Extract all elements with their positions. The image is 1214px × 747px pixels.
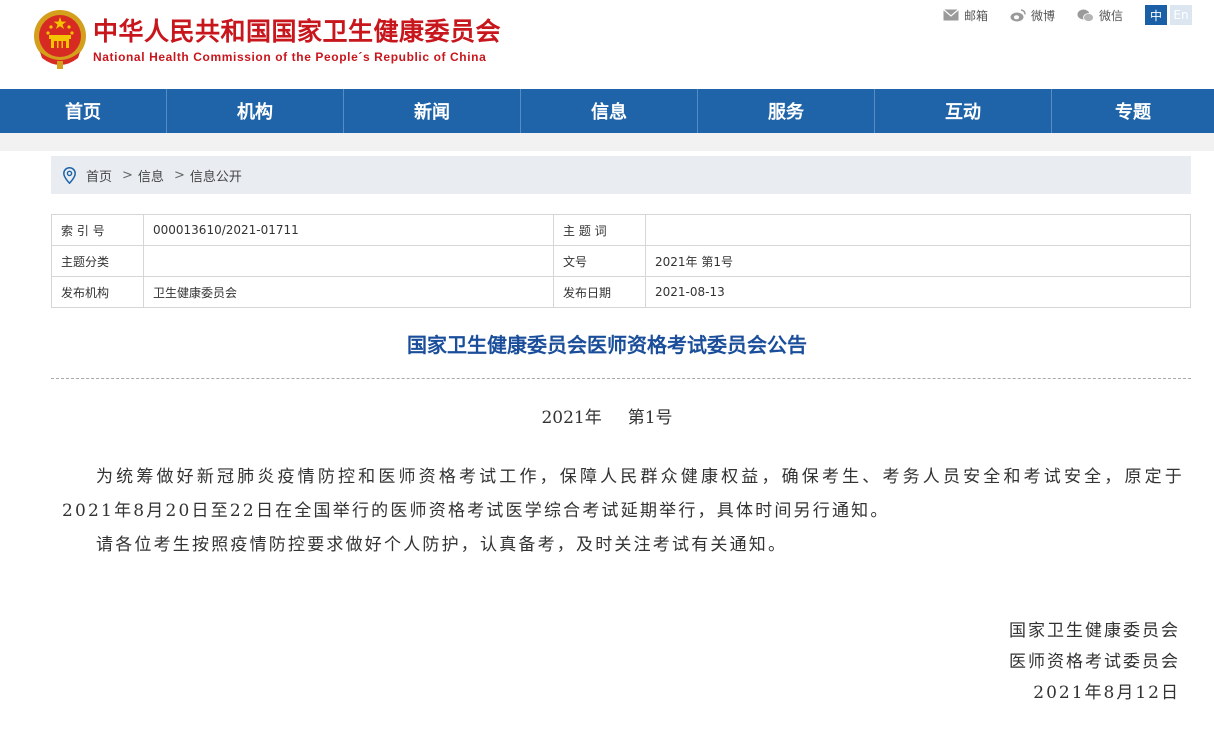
site-title-en[interactable]: National Health Commission of the People… [93, 50, 486, 64]
article-title: 国家卫生健康委员会医师资格考试委员会公告 [407, 333, 807, 357]
document-year: 2021年 [541, 408, 602, 428]
nav-item-home[interactable]: 首页 [0, 89, 167, 133]
breadcrumb-home[interactable]: 首页 [86, 166, 112, 185]
national-emblem-icon[interactable] [32, 8, 88, 70]
signature-date: 2021年8月12日 [1033, 683, 1180, 703]
nav-item-interact[interactable]: 互动 [875, 89, 1052, 133]
article-paragraph: 请各位考生按照疫情防控要求做好个人防护，认真备考，及时关注考试有关通知。 [96, 535, 788, 555]
wechat-link-label: 微信 [1098, 8, 1123, 23]
table-row: 主题分类 文号 2021年 第1号 [51, 245, 1191, 277]
main-nav: 首页 机构 新闻 信息 服务 互动 专题 [0, 89, 1214, 133]
title-divider [51, 378, 1191, 379]
location-pin-icon [63, 166, 76, 184]
meta-value: 2021年 第1号 [645, 245, 1191, 277]
lang-zh-button[interactable]: 中 [1145, 5, 1167, 25]
breadcrumb-info-public[interactable]: 信息公开 [190, 166, 242, 185]
article-signature: 国家卫生健康委员会 医师资格考试委员会 2021年8月12日 [1009, 616, 1180, 709]
document-serial: 第1号 [627, 408, 673, 428]
site-title-cn[interactable]: 中华人民共和国国家卫生健康委员会 [93, 12, 501, 48]
breadcrumb-separator: > [122, 167, 133, 183]
nav-item-topics[interactable]: 专题 [1052, 89, 1214, 133]
meta-key: 索 引 号 [51, 214, 144, 246]
breadcrumb-separator: > [173, 167, 185, 183]
meta-key: 文号 [553, 245, 646, 277]
meta-value: 2021-08-13 [645, 276, 1191, 308]
top-links: 邮箱 微博 微信 中 En [943, 5, 1192, 25]
meta-key: 发布机构 [51, 276, 144, 308]
table-row: 索 引 号 000013610/2021-01711 主 题 词 [51, 214, 1191, 246]
nav-shadow-band [0, 133, 1214, 151]
meta-key: 主 题 词 [553, 214, 646, 246]
site-header: 中华人民共和国国家卫生健康委员会 National Health Commiss… [0, 0, 1214, 89]
table-row: 发布机构 卫生健康委员会 发布日期 2021-08-13 [51, 276, 1191, 308]
meta-value [645, 214, 1191, 246]
weibo-link-label: 微博 [1030, 8, 1055, 23]
signature-org-1: 国家卫生健康委员会 [1009, 621, 1180, 641]
meta-value: 000013610/2021-01711 [143, 214, 554, 246]
signature-org-2: 医师资格考试委员会 [1009, 652, 1180, 672]
mail-link-label: 邮箱 [963, 8, 988, 23]
article-body: 为统筹做好新冠肺炎疫情防控和医师资格考试工作，保障人民群众健康权益，确保考生、考… [62, 460, 1184, 562]
breadcrumb: 首页 > 信息 > 信息公开 [51, 156, 1191, 194]
weibo-icon [1010, 8, 1026, 21]
nav-item-info[interactable]: 信息 [521, 89, 698, 133]
weibo-link[interactable]: 微博 [1010, 7, 1055, 24]
meta-value [143, 245, 554, 277]
wechat-icon [1077, 9, 1094, 22]
breadcrumb-info[interactable]: 信息 [138, 166, 164, 185]
lang-en-button[interactable]: En [1170, 5, 1192, 25]
mail-link[interactable]: 邮箱 [943, 7, 988, 24]
meta-value: 卫生健康委员会 [143, 276, 554, 308]
meta-key: 发布日期 [553, 276, 646, 308]
nav-item-service[interactable]: 服务 [698, 89, 875, 133]
document-number: 2021年 第1号 [0, 403, 1214, 428]
mail-icon [943, 9, 959, 21]
document-meta-table: 索 引 号 000013610/2021-01711 主 题 词 主题分类 文号… [51, 214, 1191, 308]
wechat-link[interactable]: 微信 [1077, 7, 1123, 24]
meta-key: 主题分类 [51, 245, 144, 277]
article-paragraph: 为统筹做好新冠肺炎疫情防控和医师资格考试工作，保障人民群众健康权益，确保考生、考… [62, 467, 1184, 521]
nav-item-org[interactable]: 机构 [167, 89, 344, 133]
nav-item-news[interactable]: 新闻 [344, 89, 521, 133]
